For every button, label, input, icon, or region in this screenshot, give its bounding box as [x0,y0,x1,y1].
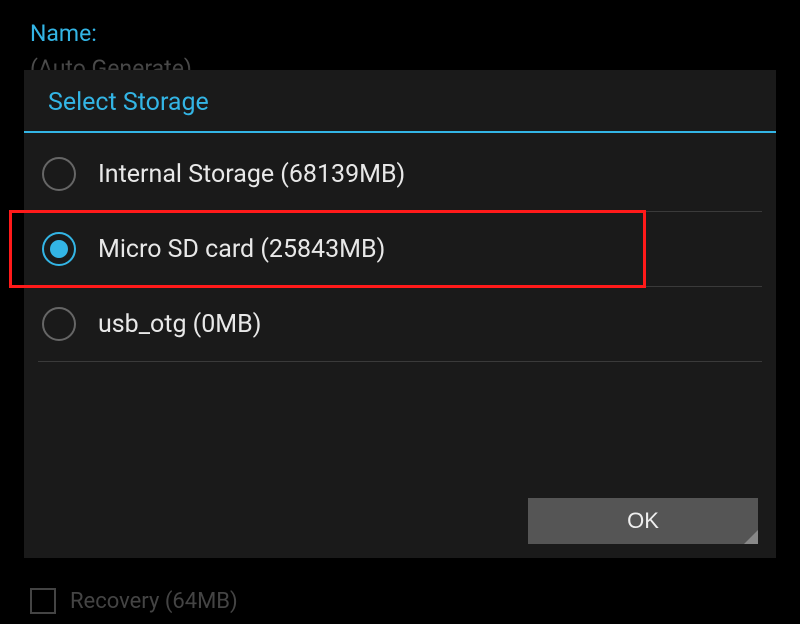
name-label: Name: [30,20,770,47]
select-storage-dialog: Select Storage Internal Storage (68139MB… [24,70,776,558]
recovery-checkbox [30,588,56,614]
recovery-label: Recovery (64MB) [70,589,238,614]
background-recovery-row: Recovery (64MB) [30,588,238,614]
divider [38,361,762,362]
radio-icon [42,307,76,341]
radio-icon [42,232,76,266]
title-divider [24,131,776,133]
storage-options-list: Internal Storage (68139MB) Micro SD card… [24,137,776,362]
radio-icon [42,157,76,191]
option-label: usb_otg (0MB) [98,310,261,339]
option-label: Micro SD card (25843MB) [98,235,385,264]
option-internal-storage[interactable]: Internal Storage (68139MB) [24,137,776,211]
option-usb-otg[interactable]: usb_otg (0MB) [24,287,776,361]
option-label: Internal Storage (68139MB) [98,160,405,189]
option-micro-sd-card[interactable]: Micro SD card (25843MB) [24,212,776,286]
dialog-footer: OK [528,498,758,544]
ok-button[interactable]: OK [528,498,758,544]
dialog-title: Select Storage [24,70,776,131]
